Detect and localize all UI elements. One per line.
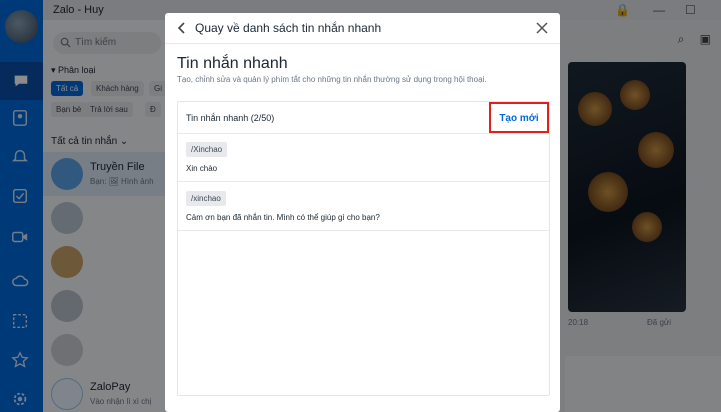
quick-message-item[interactable]: /xinchao Cảm ơn bạn đã nhắn tin. Mình có… <box>178 183 549 231</box>
message-text: Cảm ơn bạn đã nhắn tin. Mình có thể giúp… <box>186 213 380 222</box>
quick-message-item[interactable]: /Xinchao Xin chào <box>178 134 549 182</box>
page-title: Tin nhắn nhanh <box>177 55 288 72</box>
create-new-button[interactable]: Tạo mới <box>489 102 549 133</box>
back-to-list-title[interactable]: Quay về danh sách tin nhắn nhanh <box>195 21 381 35</box>
shortcut-tag: /Xinchao <box>186 142 228 157</box>
card-header: Tin nhắn nhanh (2/50) Tạo mới <box>178 102 549 134</box>
shortcut-tag: /xinchao <box>186 191 226 206</box>
quick-messages-card: Tin nhắn nhanh (2/50) Tạo mới /Xinchao X… <box>177 101 550 396</box>
quick-messages-modal: Quay về danh sách tin nhắn nhanh Tin nhắ… <box>165 13 560 412</box>
page-description: Tạo, chỉnh sửa và quản lý phím tắt cho n… <box>177 75 487 84</box>
quick-message-count: Tin nhắn nhanh (2/50) <box>186 113 275 123</box>
back-chevron-icon[interactable] <box>174 20 190 36</box>
close-icon[interactable] <box>534 20 550 36</box>
modal-header: Quay về danh sách tin nhắn nhanh <box>165 13 560 44</box>
message-text: Xin chào <box>186 164 218 173</box>
